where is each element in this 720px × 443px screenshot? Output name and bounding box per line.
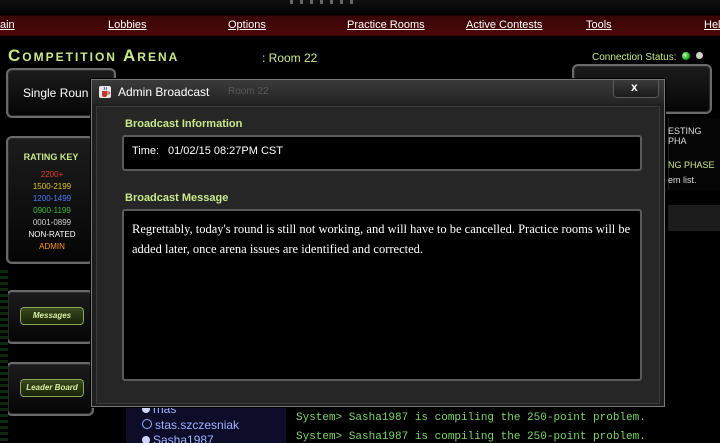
background-pattern: [0, 270, 8, 443]
close-button[interactable]: x: [613, 80, 659, 98]
connection-status-label: Connection Status:: [592, 52, 677, 63]
menu-main[interactable]: ain: [0, 19, 15, 31]
phase-header: ESTING PHA: [668, 126, 702, 146]
chat-log-line: System> Sasha1987 is compiling the 250-p…: [296, 412, 646, 424]
arena-title: Competition Arena: [8, 46, 180, 65]
dialog-body: Broadcast Information Time: 01/02/15 08:…: [96, 106, 660, 404]
leaderboard-panel: Leader Board: [6, 362, 94, 416]
connection-status-icon: [682, 52, 690, 60]
time-value: 01/02/15 08:27PM CST: [168, 145, 283, 157]
round-label: Single Roun: [23, 86, 89, 100]
rating-key-row: 0900-1199: [33, 206, 71, 215]
list-item[interactable]: Sasha1987: [142, 433, 214, 443]
rating-key-row: NON-RATED: [28, 230, 76, 239]
messages-button[interactable]: Messages: [20, 307, 84, 325]
dialog-title: Admin Broadcast: [118, 85, 210, 99]
chat-log-line: System> Sasha1987 is compiling the 250-p…: [296, 431, 646, 443]
menu-tools[interactable]: Tools: [586, 19, 612, 31]
leaderboard-button[interactable]: Leader Board: [20, 379, 84, 397]
close-icon: x: [631, 80, 638, 94]
broadcast-message-text: Regrettably, today's round is still not …: [132, 222, 631, 256]
menu-lobbies[interactable]: Lobbies: [108, 19, 147, 31]
rating-key-row: 1500-2199: [32, 182, 72, 191]
list-item[interactable]: stas.szczesniak: [142, 418, 239, 432]
menu-practice-rooms[interactable]: Practice Rooms: [347, 19, 425, 31]
dialog-ghost-text: Room 22: [228, 86, 269, 97]
broadcast-message-box[interactable]: Regrettably, today's round is still not …: [122, 209, 642, 381]
rating-key-row: 1200-1499: [32, 194, 72, 203]
phase-band: [668, 205, 720, 231]
status-indicator-icon: [696, 52, 703, 59]
admin-broadcast-dialog: Room 22 Admin Broadcast x Broadcast Info…: [91, 79, 665, 407]
window-handle-dots: [290, 0, 360, 4]
broadcast-information-box: Time: 01/02/15 08:27PM CST: [122, 135, 642, 171]
menu-bar: ain Lobbies Options Practice Rooms Activ…: [0, 0, 720, 36]
rating-key-row: ADMIN: [39, 242, 65, 251]
dialog-titlebar[interactable]: Room 22 Admin Broadcast x: [92, 80, 664, 104]
broadcast-message-label: Broadcast Message: [125, 192, 229, 204]
rating-key-row: 0001-0899: [32, 218, 72, 227]
room-label: : Room 22: [262, 51, 318, 65]
rating-key-panel: RATING KEY 2200+ 1500-2199 1200-1499 0900-1…: [6, 136, 94, 264]
phase-list-text: em list.: [668, 175, 697, 185]
rating-key-title: RATING KEY: [23, 152, 79, 162]
java-cup-icon: [99, 86, 111, 98]
broadcast-information-label: Broadcast Information: [125, 118, 243, 130]
menu-active-contests[interactable]: Active Contests: [466, 19, 542, 31]
messages-panel: Messages: [6, 290, 94, 344]
rating-key-row: 2200+: [40, 170, 64, 179]
phase-status: NG PHASE: [668, 160, 715, 170]
menu-options[interactable]: Options: [228, 19, 266, 31]
time-label: Time:: [132, 145, 160, 157]
menu-help[interactable]: Hel: [704, 19, 720, 31]
